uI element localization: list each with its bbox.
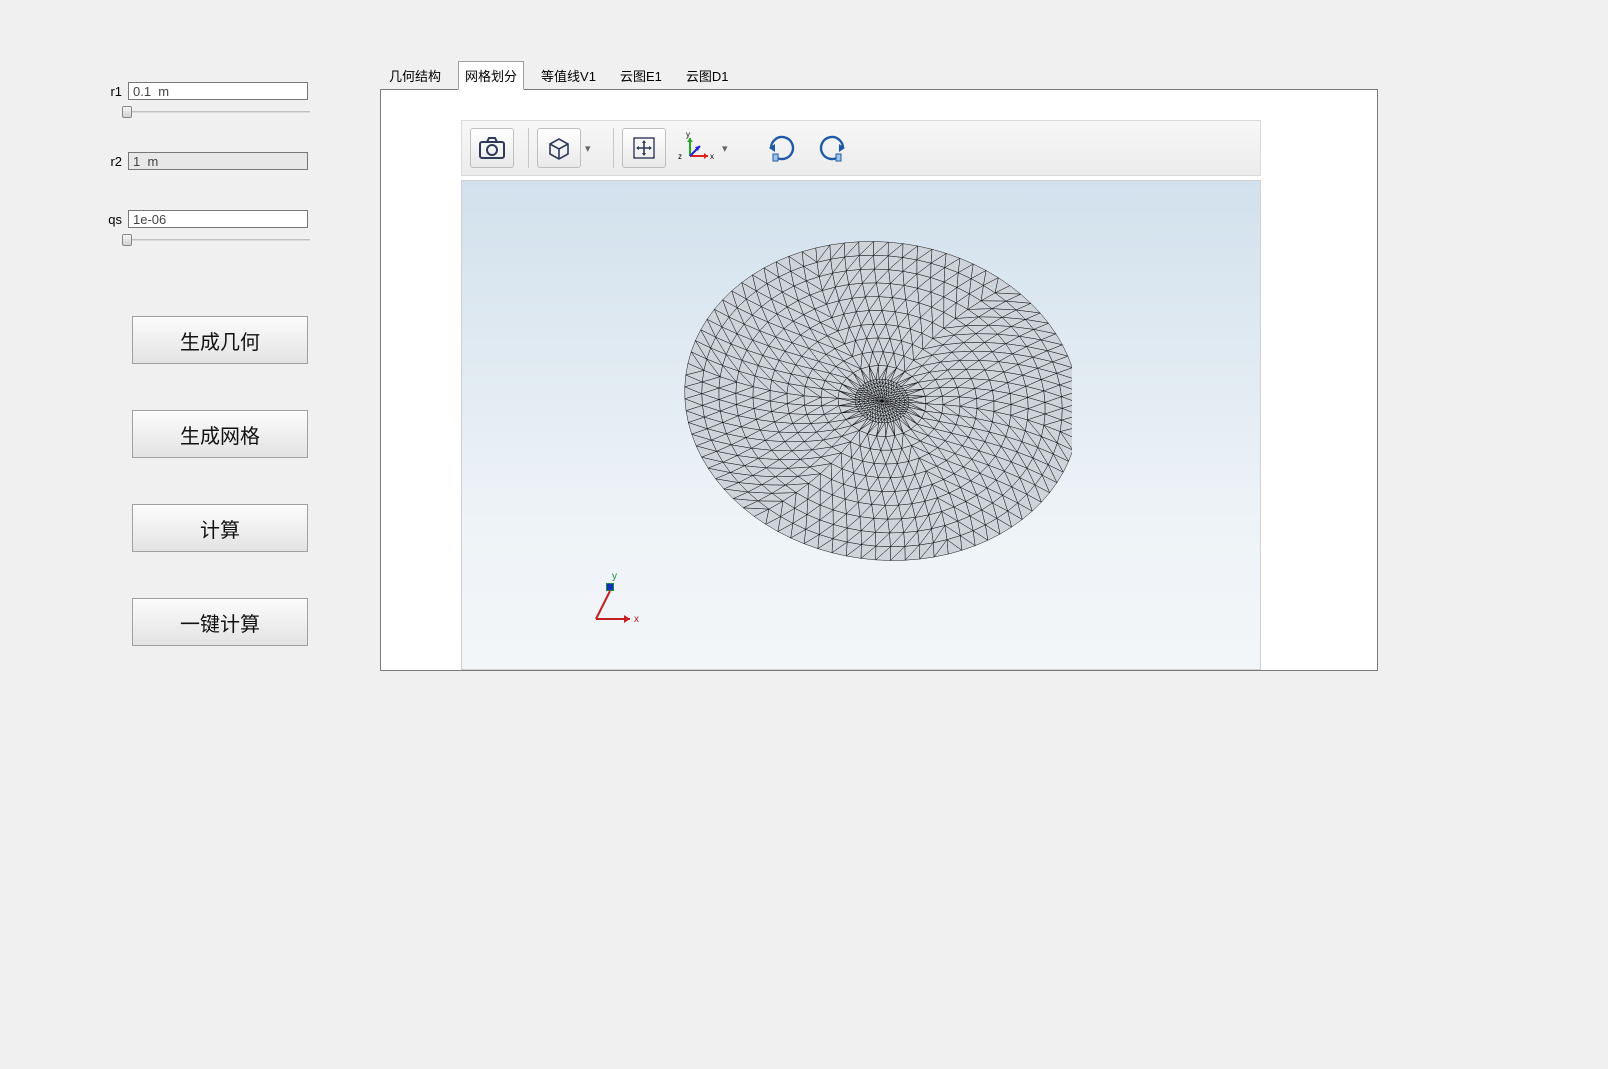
one-click-compute-button[interactable]: 一键计算 [132,598,308,646]
param-row-r2: r2 [100,152,380,170]
tab-bar: 几何结构 网格划分 等值线V1 云图E1 云图D1 [382,60,1378,89]
tab-isoline-v1[interactable]: 等值线V1 [534,61,603,90]
compute-button[interactable]: 计算 [132,504,308,552]
svg-text:x: x [634,614,639,625]
tab-geometry[interactable]: 几何结构 [382,61,448,90]
move-arrows-icon [631,135,657,161]
rotate-ccw-button[interactable] [810,128,854,168]
parameters-panel: r1 r2 qs 生成几何 生成网格 计算 一键计算 [0,0,380,1069]
svg-text:y: y [686,130,690,139]
rotate-cw-icon [765,131,799,165]
param-label-qs: qs [100,212,122,227]
svg-text:x: x [710,152,714,161]
r1-field[interactable] [128,82,308,100]
main-area: 几何结构 网格划分 等值线V1 云图E1 云图D1 [380,0,1608,1069]
mesh-canvas[interactable]: x y [461,180,1261,670]
tab-contour-e1[interactable]: 云图E1 [613,61,669,90]
camera-icon [479,137,505,159]
svg-text:y: y [612,571,617,582]
qs-slider[interactable] [100,234,310,246]
viewer-panel: ▾ x y z [380,89,1378,671]
qs-field[interactable] [128,210,308,228]
app-root: r1 r2 qs 生成几何 生成网格 计算 一键计算 几何结构 网格划分 等值线… [0,0,1608,1069]
snapshot-button[interactable] [470,128,514,168]
rotate-ccw-icon [815,131,849,165]
toolbar-separator [528,128,529,168]
tab-mesh[interactable]: 网格划分 [458,61,524,90]
r1-slider[interactable] [100,106,310,118]
view-cube-button[interactable] [537,128,581,168]
tab-contour-d1[interactable]: 云图D1 [679,61,736,90]
param-row-r1: r1 [100,82,380,100]
r2-field[interactable] [128,152,308,170]
axis-indicator-icon: x y [582,569,642,639]
pan-button[interactable] [622,128,666,168]
cube-icon [546,136,572,160]
view-cube-dropdown[interactable]: ▾ [585,142,601,155]
param-label-r2: r2 [100,154,122,169]
param-row-qs: qs [100,210,380,228]
axes-orientation-icon[interactable]: x y z [678,128,718,168]
mesh-visualization [652,231,1072,611]
rotate-cw-button[interactable] [760,128,804,168]
param-label-r1: r1 [100,84,122,99]
generate-mesh-button[interactable]: 生成网格 [132,410,308,458]
generate-geometry-button[interactable]: 生成几何 [132,316,308,364]
toolbar-separator [613,128,614,168]
svg-text:z: z [678,152,682,161]
viewer-toolbar: ▾ x y z [461,120,1261,176]
axes-dropdown[interactable]: ▾ [722,142,738,155]
